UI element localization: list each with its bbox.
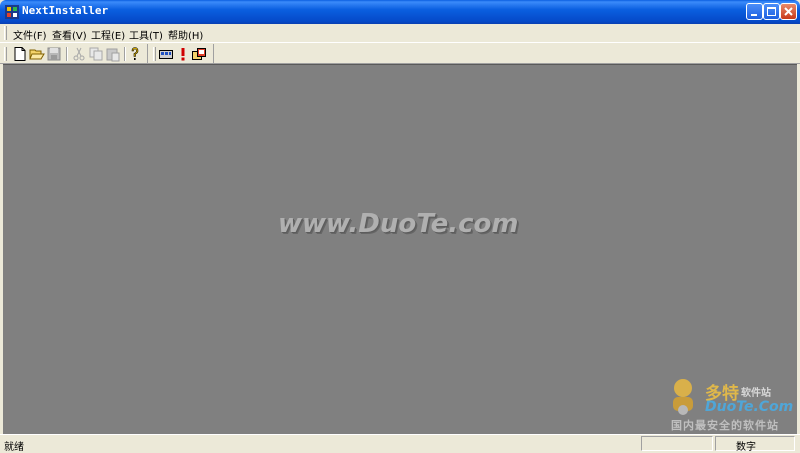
cut-icon[interactable]: [71, 46, 87, 62]
workspace-area: www.DuoTe.com 多特 软件站 DuoTe.Com 国内最安全的软件站: [3, 64, 797, 434]
minimize-button[interactable]: [746, 3, 763, 20]
logo-subtitle: 软件站: [741, 388, 771, 399]
watermark-logo: 多特 软件站 DuoTe.Com 国内最安全的软件站: [665, 377, 797, 433]
app-icon: [5, 5, 19, 19]
save-icon[interactable]: [46, 46, 62, 62]
app-window: NextInstaller 文件(F) 查看(V) 工程(E) 工具(T) 帮助…: [0, 0, 800, 453]
paste-icon[interactable]: [105, 46, 121, 62]
menu-tools[interactable]: 工具(T): [129, 27, 163, 42]
toolbar-separator: [124, 47, 126, 61]
maximize-icon: [767, 7, 776, 16]
numlock-indicator: 数字: [736, 442, 756, 453]
status-bar: 就绪 数字: [0, 434, 800, 453]
logo-slogan: 国内最安全的软件站: [671, 419, 779, 432]
menu-view[interactable]: 查看(V): [52, 27, 87, 42]
menu-project[interactable]: 工程(E): [91, 27, 125, 42]
menu-bar: 文件(F) 查看(V) 工程(E) 工具(T) 帮助(H): [0, 24, 800, 42]
close-icon: [784, 7, 793, 16]
toolbar-group-build: [149, 44, 214, 63]
mascot-icon: [673, 379, 693, 415]
toolbar-separator: [66, 47, 68, 61]
maximize-button[interactable]: [763, 3, 780, 20]
title-bar[interactable]: NextInstaller: [0, 0, 800, 24]
status-text: 就绪: [4, 442, 24, 453]
new-file-icon[interactable]: [12, 46, 28, 62]
status-pane-empty: [641, 436, 713, 451]
status-pane-numlock: 数字: [715, 436, 795, 453]
copy-icon[interactable]: [88, 46, 104, 62]
logo-url: DuoTe.Com: [705, 399, 794, 415]
close-button[interactable]: [780, 3, 797, 20]
menu-file[interactable]: 文件(F): [13, 27, 47, 42]
build-icon[interactable]: [158, 46, 174, 62]
help-icon[interactable]: [127, 46, 143, 62]
toolbar: [0, 42, 800, 64]
run-icon[interactable]: [175, 46, 191, 62]
minimize-icon: [751, 14, 757, 16]
toolbar-group-standard: [0, 44, 148, 63]
wizard-icon[interactable]: [191, 46, 207, 62]
menu-help[interactable]: 帮助(H): [168, 27, 203, 42]
watermark-text: www.DuoTe.com: [278, 209, 519, 239]
menubar-grip[interactable]: [4, 26, 7, 40]
open-folder-icon[interactable]: [29, 46, 45, 62]
window-title: NextInstaller: [22, 4, 109, 17]
toolbar-grip[interactable]: [153, 47, 156, 61]
toolbar-grip[interactable]: [4, 47, 7, 61]
